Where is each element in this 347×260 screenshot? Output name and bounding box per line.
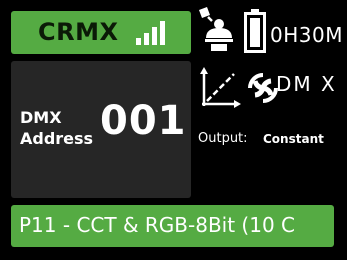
signal-bars-icon — [136, 21, 166, 45]
runtime-remaining: 0H30M — [270, 23, 343, 47]
battery-icon — [244, 9, 266, 53]
crmx-status-panel[interactable]: CRMX — [11, 11, 191, 54]
dmx-logo-text: DM X — [276, 72, 337, 96]
dimming-curve-icon — [200, 67, 241, 108]
dmx-address-value: 001 — [100, 98, 187, 144]
dmx-address-panel[interactable]: DMX Address 001 — [11, 61, 191, 198]
dmx-address-label: DMX Address — [20, 108, 94, 148]
output-value[interactable]: Constant — [263, 132, 324, 146]
light-fixture-mode-icon — [199, 7, 233, 51]
profile-panel[interactable]: P11 - CCT & RGB-8Bit (10 C — [11, 205, 334, 247]
profile-name: P11 - CCT & RGB-8Bit (10 C — [19, 213, 296, 237]
fixture-display: CRMX 0H30M DMX Address 001 DM X Output: … — [0, 0, 347, 260]
crmx-label: CRMX — [38, 18, 119, 46]
output-label: Output: — [198, 131, 248, 146]
